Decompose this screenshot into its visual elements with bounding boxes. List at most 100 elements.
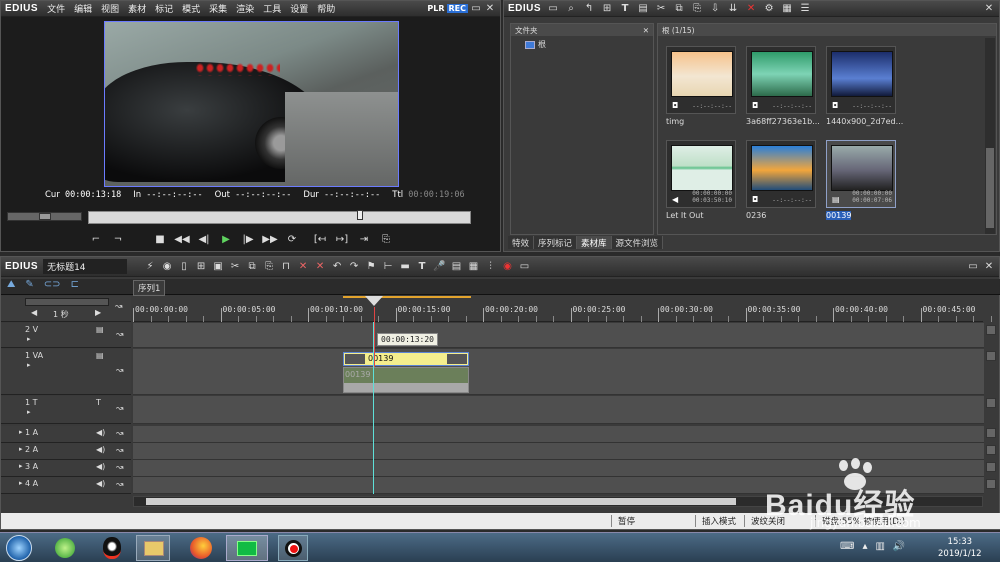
taskbar-app-recorder-icon[interactable]: [278, 535, 308, 561]
mixer-lane-icon[interactable]: ✎: [25, 279, 33, 290]
play-icon[interactable]: ▶: [217, 232, 235, 248]
track-sync-icon[interactable]: ↝: [116, 404, 124, 414]
title-icon[interactable]: T: [619, 2, 631, 16]
menu-item[interactable]: 工具: [263, 5, 281, 15]
track-scroll-button[interactable]: [986, 351, 996, 361]
track-sync-icon[interactable]: ↝: [116, 330, 124, 340]
audio-clip[interactable]: 00139: [343, 367, 469, 393]
zoom-up-icon[interactable]: ▶: [95, 308, 101, 317]
clip-thumbnail[interactable]: ◀ 00:00:00:00 00:03:50:10: [666, 140, 736, 208]
menu-item[interactable]: 设置: [290, 5, 308, 15]
track-lane[interactable]: [133, 396, 984, 424]
playback-scrubber[interactable]: [88, 210, 471, 224]
bin-tab[interactable]: 序列标记: [534, 236, 578, 249]
speaker-icon[interactable]: ◀): [96, 462, 105, 471]
track-header[interactable]: 2 V ▸ ▤ ↝: [1, 323, 131, 348]
bin-scroll-thumb[interactable]: [986, 148, 994, 228]
track-sync-icon[interactable]: ↝: [116, 446, 124, 456]
menu-item[interactable]: 视图: [101, 5, 119, 15]
time-ruler[interactable]: 00:00:00:00 00:00:05:00 00:00:10:00 00:00:1…: [133, 296, 992, 322]
volume-icon[interactable]: 🔊: [893, 541, 905, 552]
mark-in-icon[interactable]: ⌐: [87, 232, 105, 248]
track-expand-icon[interactable]: ▸: [27, 335, 31, 343]
search-icon[interactable]: ⌕: [565, 2, 577, 16]
zoom-down-icon[interactable]: ◀: [31, 308, 37, 317]
minimize-icon[interactable]: ▭: [470, 2, 482, 16]
timeline-close-icon[interactable]: ✕: [983, 260, 995, 274]
timeline-paste-icon[interactable]: ⎘: [263, 260, 275, 274]
network-icon[interactable]: ▥: [875, 541, 884, 552]
plr-button[interactable]: PLR: [427, 4, 444, 13]
mark-out-icon[interactable]: ¬: [109, 232, 127, 248]
timeline-copy-icon[interactable]: ⧉: [246, 260, 258, 274]
mode-icon[interactable]: ⚡: [144, 260, 156, 274]
text-tool-icon[interactable]: T: [416, 260, 428, 274]
shuttle-handle[interactable]: [39, 213, 51, 220]
track-expand-icon[interactable]: ▸: [19, 462, 23, 470]
menu-item[interactable]: 帮助: [317, 5, 335, 15]
track-sync-icon[interactable]: ↝: [116, 463, 124, 473]
record-icon[interactable]: ◉: [502, 260, 514, 274]
step-forward-icon[interactable]: |▶: [239, 232, 257, 248]
track-header[interactable]: 2 A ▸ ◀) ↝: [1, 443, 131, 460]
rewind-icon[interactable]: ◀◀: [173, 232, 191, 248]
delete-icon[interactable]: ✕: [745, 2, 757, 16]
taskbar-app-360-icon[interactable]: [55, 538, 75, 558]
track-header[interactable]: 1 A ▸ ◀) ↝: [1, 426, 131, 443]
menu-item[interactable]: 采集: [209, 5, 227, 15]
bin-tab[interactable]: 特效: [508, 236, 535, 249]
track-sync-icon[interactable]: ↝: [116, 480, 124, 490]
track-expand-icon[interactable]: ▸: [27, 408, 31, 416]
trim-icon[interactable]: ⊢: [382, 260, 394, 274]
overwrite-to-timeline-icon[interactable]: ↦]: [333, 232, 351, 248]
ruler-playhead-marker[interactable]: [365, 296, 383, 306]
menu-item[interactable]: 模式: [182, 5, 200, 15]
track-scroll-button[interactable]: [986, 445, 996, 455]
track-icon[interactable]: ▬: [399, 260, 411, 274]
render-icon[interactable]: ▤: [451, 260, 463, 274]
bin-tab[interactable]: 源文件浏览: [612, 236, 664, 249]
group-icon[interactable]: ⊓: [280, 260, 292, 274]
folder-icon[interactable]: ▭: [547, 2, 559, 16]
voice-over-icon[interactable]: 🎤: [433, 260, 445, 274]
taskbar-app-qq-icon[interactable]: [103, 537, 121, 559]
new-icon[interactable]: ▯: [178, 260, 190, 274]
scrubber-playhead[interactable]: [356, 210, 363, 220]
speaker-icon[interactable]: ◀): [96, 428, 105, 437]
keyboard-icon[interactable]: ⌨: [840, 541, 854, 552]
color-bar-icon[interactable]: ▤: [637, 2, 649, 16]
paste-icon[interactable]: ⎘: [691, 2, 703, 16]
mixer-icon[interactable]: ⫶: [485, 260, 497, 274]
track-lane[interactable]: [133, 426, 984, 443]
save-icon[interactable]: ▣: [212, 260, 224, 274]
video-clip[interactable]: 00139: [343, 352, 469, 366]
timeline-cut-icon[interactable]: ✂: [229, 260, 241, 274]
view-mode-icon[interactable]: ▦: [781, 2, 793, 16]
insert-to-timeline-icon[interactable]: [↤: [311, 232, 329, 248]
open-icon[interactable]: ⊞: [195, 260, 207, 274]
track-scroll-button[interactable]: [986, 398, 996, 408]
video-track-icon[interactable]: ▤: [96, 351, 104, 360]
bin-menu-icon[interactable]: ☰: [799, 2, 811, 16]
zoom-label[interactable]: 1 秒: [53, 309, 69, 320]
capture-icon[interactable]: ◉: [161, 260, 173, 274]
add-to-timeline-icon[interactable]: ⇩: [709, 2, 721, 16]
folder-panel-close-icon[interactable]: ✕: [643, 26, 649, 35]
start-button[interactable]: [6, 535, 32, 561]
track-expand-icon[interactable]: ▸: [19, 445, 23, 453]
track-expand-icon[interactable]: ▸: [27, 361, 31, 369]
title-track-icon[interactable]: T: [96, 398, 101, 407]
track-header[interactable]: 3 A ▸ ◀) ↝: [1, 460, 131, 477]
delete-ripple-icon[interactable]: ✕: [297, 260, 309, 274]
layout-icon[interactable]: ▭: [519, 260, 531, 274]
bin-close-icon[interactable]: ✕: [983, 2, 995, 16]
speaker-icon[interactable]: ◀): [96, 479, 105, 488]
sync-icon[interactable]: ⊂⊃: [44, 279, 61, 290]
add-clip-icon[interactable]: ⊞: [601, 2, 613, 16]
timeline-minimize-icon[interactable]: ▭: [967, 260, 979, 274]
stop-icon[interactable]: ■: [151, 232, 169, 248]
step-back-icon[interactable]: ◀|: [195, 232, 213, 248]
sequence-tab[interactable]: 序列1: [133, 280, 166, 296]
track-scroll-button[interactable]: [986, 325, 996, 335]
status-insert-mode[interactable]: 插入模式: [695, 515, 736, 527]
